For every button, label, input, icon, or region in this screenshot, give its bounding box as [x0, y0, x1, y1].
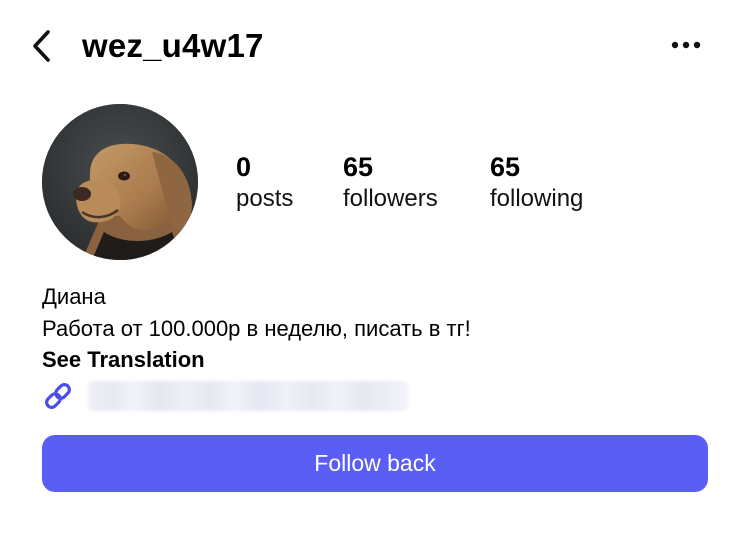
profile-link[interactable]: [42, 378, 408, 414]
link-icon: [42, 380, 74, 412]
posts-label: posts: [236, 185, 294, 212]
profile-page: wez_u4w17 0 posts 65 followers 65 follow…: [0, 0, 740, 534]
profile-bio-text: Работа от 100.000р в неделю, писать в тг…: [42, 316, 471, 341]
followers-count: 65: [343, 152, 374, 182]
follow-back-button[interactable]: Follow back: [42, 435, 708, 492]
following-label: following: [490, 185, 584, 212]
following-count: 65: [490, 152, 521, 182]
avatar[interactable]: [42, 104, 198, 260]
dog-avatar-image: [42, 104, 198, 260]
followers-stat[interactable]: 65 followers: [343, 150, 438, 214]
more-options-button[interactable]: [664, 30, 708, 60]
posts-count: 0: [236, 152, 252, 182]
blurred-link-url[interactable]: [88, 381, 408, 411]
back-button[interactable]: [24, 26, 60, 66]
see-translation-link[interactable]: See Translation: [42, 346, 205, 374]
profile-username: wez_u4w17: [82, 27, 264, 64]
more-horizontal-icon: [671, 41, 701, 49]
chevron-left-icon: [33, 30, 50, 62]
profile-display-name: Диана: [42, 284, 106, 309]
posts-stat[interactable]: 0 posts: [236, 150, 293, 214]
followers-label: followers: [343, 185, 438, 212]
following-stat[interactable]: 65 following: [490, 150, 583, 214]
